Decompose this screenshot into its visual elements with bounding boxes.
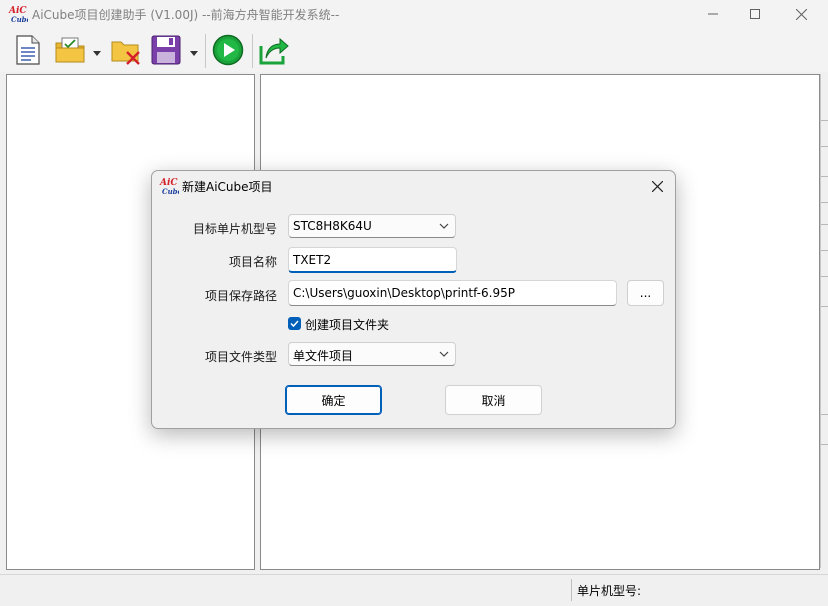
mcu-model-select[interactable]: STC8H8K64U — [288, 214, 456, 238]
save-icon — [151, 35, 181, 65]
open-project-button[interactable] — [54, 34, 88, 66]
title-bar: AiC Cube AiCube项目创建助手 (V1.00J) --前海方舟智能开… — [0, 0, 828, 28]
dialog-close-button[interactable] — [648, 177, 666, 195]
aicube-logo-icon: AiC Cube — [8, 4, 32, 24]
status-separator — [571, 579, 572, 601]
status-bar: 单片机型号: — [0, 574, 828, 606]
close-project-icon — [111, 41, 140, 65]
save-path-value: C:\Users\guoxin\Desktop\printf-6.95P — [293, 286, 515, 300]
toolbar — [0, 28, 828, 72]
toolbar-separator — [252, 34, 253, 68]
svg-text:Cube: Cube — [11, 15, 28, 24]
close-project-button[interactable] — [110, 34, 142, 66]
save-button[interactable] — [150, 34, 182, 66]
new-project-dialog: AiC Cube 新建AiCube项目 目标单片机型号 STC8H8K64U 项… — [151, 170, 676, 429]
side-panel-edge — [820, 74, 828, 568]
export-icon — [259, 37, 289, 65]
close-icon — [795, 8, 807, 20]
new-project-button[interactable] — [14, 34, 42, 66]
chevron-down-icon — [439, 351, 449, 357]
chevron-down-icon — [439, 223, 449, 229]
minimize-icon — [708, 13, 718, 15]
window-title: AiCube项目创建助手 (V1.00J) --前海方舟智能开发系统-- — [32, 8, 340, 22]
project-name-input[interactable]: TXET2 — [288, 247, 457, 273]
mcu-model-value: STC8H8K64U — [293, 219, 372, 233]
save-path-label: 项目保存路径 — [204, 289, 277, 303]
aicube-logo-icon: AiC Cube — [159, 176, 183, 196]
close-button[interactable] — [778, 0, 824, 28]
status-mcu-model: 单片机型号: — [577, 584, 642, 598]
run-button[interactable] — [212, 34, 244, 66]
run-icon — [212, 34, 244, 66]
maximize-icon — [750, 9, 760, 19]
open-project-icon — [55, 37, 85, 63]
dialog-title-bar: AiC Cube 新建AiCube项目 — [152, 171, 675, 201]
file-type-label: 项目文件类型 — [204, 350, 277, 364]
open-dropdown-arrow[interactable] — [93, 46, 101, 56]
checkmark-icon — [290, 320, 299, 328]
dialog-title: 新建AiCube项目 — [182, 180, 273, 194]
new-document-icon — [16, 35, 40, 65]
project-name-label: 项目名称 — [228, 255, 277, 269]
project-name-value: TXET2 — [293, 253, 332, 267]
chevron-down-icon — [190, 51, 198, 56]
maximize-button[interactable] — [732, 0, 778, 28]
create-folder-label: 创建项目文件夹 — [305, 318, 390, 332]
mcu-model-label: 目标单片机型号 — [192, 222, 277, 236]
svg-text:Cube: Cube — [162, 187, 179, 196]
export-button[interactable] — [258, 34, 290, 66]
file-type-select[interactable]: 单文件项目 — [288, 342, 456, 366]
chevron-down-icon — [93, 51, 101, 56]
minimize-button[interactable] — [690, 0, 736, 28]
file-type-value: 单文件项目 — [293, 349, 354, 363]
ok-button[interactable]: 确定 — [285, 385, 382, 415]
browse-button[interactable]: ... — [627, 280, 664, 306]
toolbar-separator — [205, 34, 206, 68]
save-dropdown-arrow[interactable] — [190, 46, 198, 56]
cancel-button[interactable]: 取消 — [445, 385, 542, 415]
close-icon — [651, 180, 663, 192]
save-path-input[interactable]: C:\Users\guoxin\Desktop\printf-6.95P — [288, 280, 617, 306]
create-folder-checkbox[interactable] — [288, 317, 301, 330]
